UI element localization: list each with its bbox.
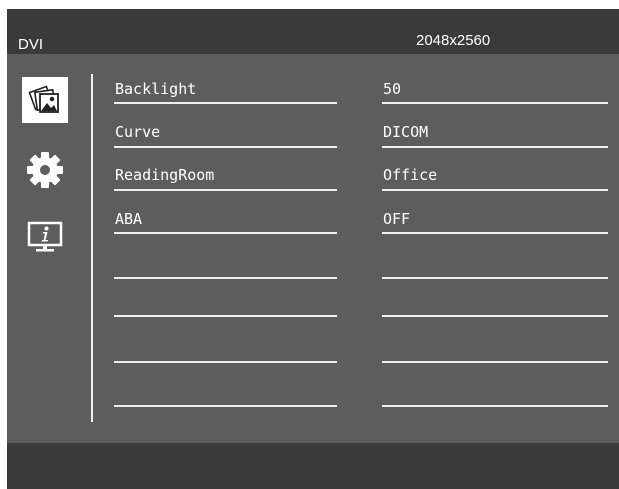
input-source-label: DVI: [18, 36, 44, 53]
gear-icon[interactable]: [22, 147, 68, 193]
sidebar-divider: [91, 74, 93, 422]
row-underline: [114, 189, 337, 191]
menu-row-value: OFF: [383, 210, 411, 228]
image-settings-icon[interactable]: [22, 77, 68, 123]
row-underline: [114, 102, 337, 104]
row-underline: [114, 361, 337, 363]
row-underline: [382, 277, 608, 279]
top-bar: DVI 2048x2560: [7, 9, 619, 54]
row-underline: [114, 405, 337, 407]
menu-row-value: Office: [383, 166, 438, 184]
menu-row-value: DICOM: [383, 123, 429, 141]
menu-row-label: Curve: [115, 123, 161, 141]
osd-window: DVI 2048x2560 Backlight 50 Curve DICOM R…: [7, 9, 619, 489]
row-underline: [382, 102, 608, 104]
menu-row-label: ABA: [115, 210, 143, 228]
row-underline: [382, 405, 608, 407]
row-underline: [114, 146, 337, 148]
row-underline: [382, 146, 608, 148]
menu-row-label: Backlight: [115, 80, 197, 98]
resolution-label: 2048x2560: [416, 32, 491, 49]
row-underline: [382, 232, 608, 234]
menu-row-label: ReadingRoom: [115, 166, 215, 184]
row-underline: [382, 315, 608, 317]
bottom-bar: [7, 443, 619, 489]
row-underline: [382, 361, 608, 363]
row-underline: [114, 315, 337, 317]
row-underline: [114, 232, 337, 234]
row-underline: [114, 277, 337, 279]
row-underline: [382, 189, 608, 191]
menu-row-value: 50: [383, 80, 402, 98]
info-icon[interactable]: [22, 214, 68, 260]
